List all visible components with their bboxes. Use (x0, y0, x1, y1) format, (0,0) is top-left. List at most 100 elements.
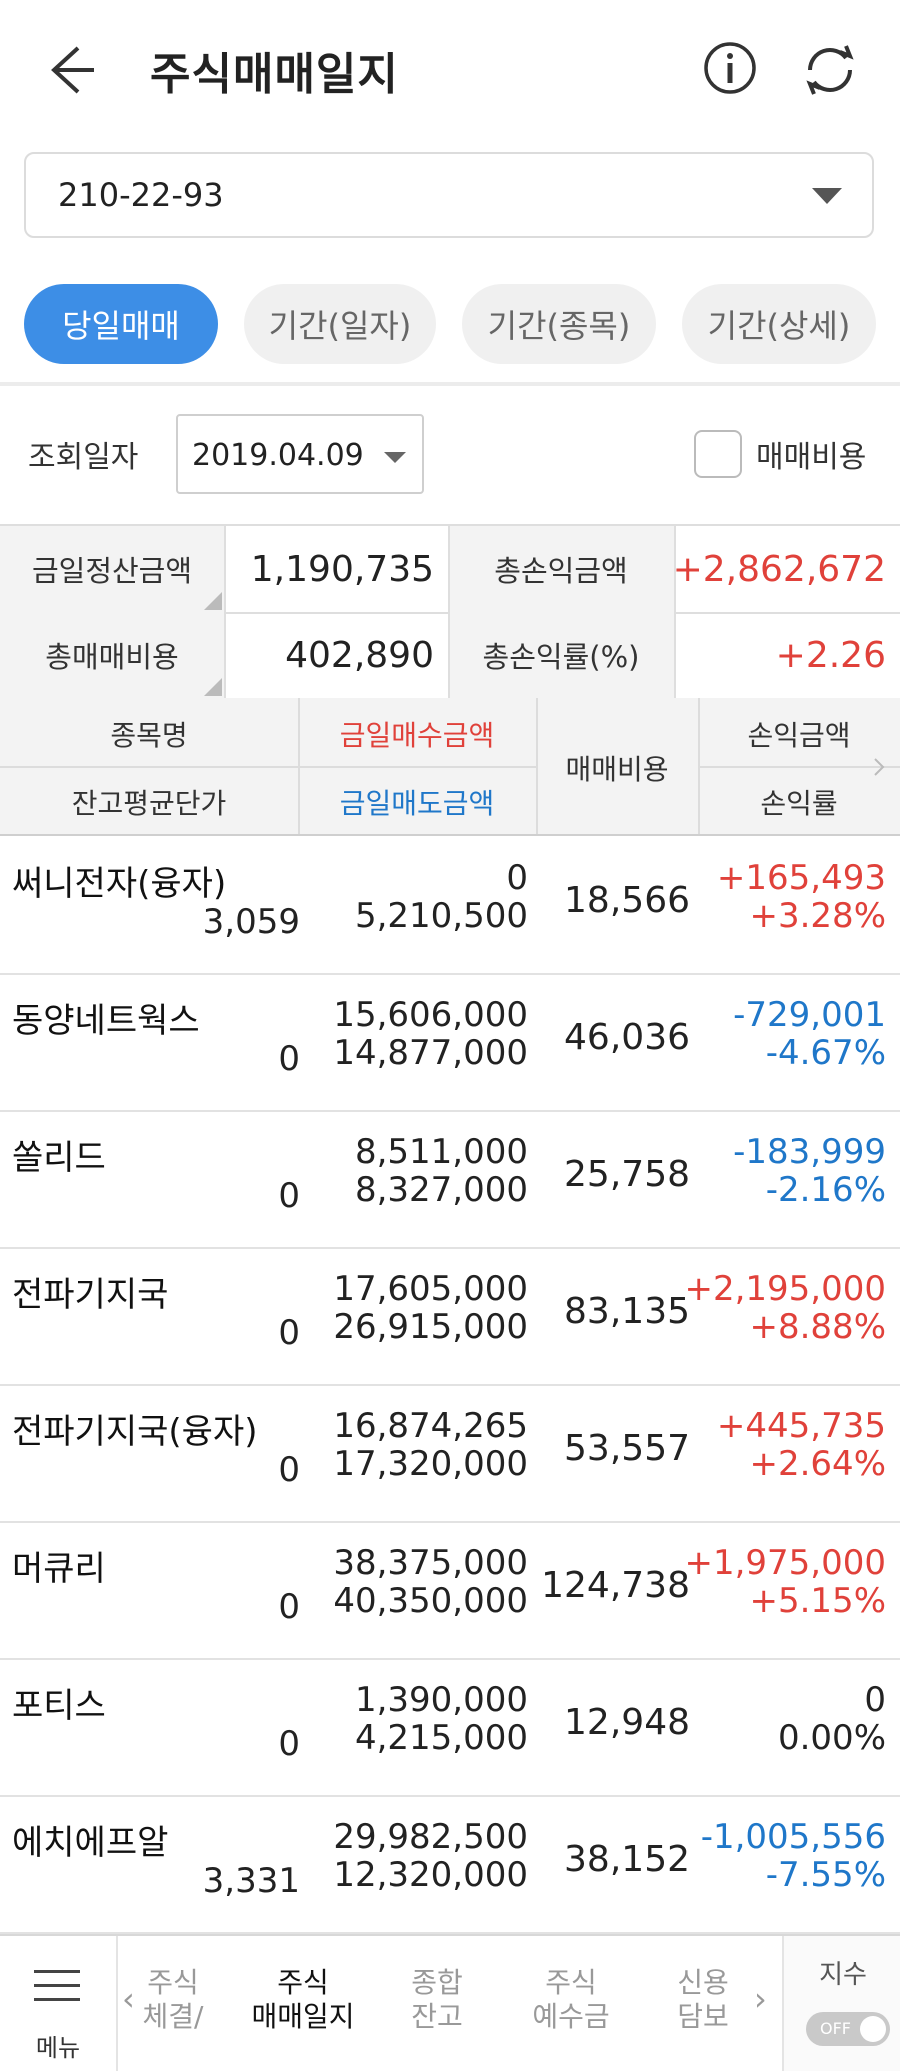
summary-table: 금일정산금액 1,190,735 총손익금액 +2,862,672 총매매비용 … (0, 524, 900, 700)
avg-price: 3,059 (202, 902, 300, 942)
avg-price: 0 (278, 1176, 300, 1216)
pl-amount: -729,001 (733, 995, 886, 1035)
sell-amount: 40,350,000 (333, 1581, 528, 1621)
stock-name: 에치에프알 (12, 1823, 169, 1863)
chevron-right-icon[interactable] (872, 756, 886, 778)
tab-period-detail[interactable]: 기간(상세) (682, 284, 876, 364)
col-header-name: 종목명 (110, 719, 188, 752)
info-icon[interactable] (702, 40, 758, 96)
pl-amount: +1,975,000 (684, 1543, 886, 1583)
pl-rate: 0.00% (777, 1718, 886, 1758)
table-row[interactable]: 전파기지국(융자) 0 16,874,265 17,320,000 53,557 +445… (0, 1384, 900, 1523)
stock-name: 전파기지국 (12, 1275, 169, 1315)
sell-amount: 14,877,000 (333, 1033, 528, 1073)
nav-item-credit-collateral[interactable]: 신용 담보 (638, 1966, 768, 2034)
pl-rate: +3.28% (749, 896, 887, 936)
table-row[interactable]: 쏠리드 0 8,511,000 8,327,000 25,758 -183,999 -2.1… (0, 1110, 900, 1249)
expand-corner-icon (204, 592, 222, 610)
tab-today[interactable]: 당일매매 (24, 284, 218, 364)
toggle-state: OFF (820, 2019, 851, 2038)
trade-fee: 124,738 (541, 1565, 690, 1606)
bottom-nav: 메뉴 ‹ 주식 체결/ 주식 매매일지 종합 잔고 주식 예수금 신용 담보 › 지수 O… (0, 1934, 900, 2071)
stock-name: 전파기지국(융자) (12, 1412, 258, 1452)
table-header: 종목명 잔고평균단가 금일매수금액 금일매도금액 매매비용 손익금액 손익률 (0, 698, 900, 836)
date-select[interactable]: 2019.04.09 (176, 414, 424, 494)
pl-amount: +2,195,000 (684, 1269, 886, 1309)
sell-amount: 8,327,000 (354, 1170, 528, 1210)
menu-label: 메뉴 (35, 2034, 81, 2062)
total-rate-value: +2.26 (775, 634, 886, 676)
buy-amount: 1,390,000 (354, 1680, 528, 1720)
pl-rate: -4.67% (765, 1033, 886, 1073)
summary-row: 총매매비용 402,890 총손익률(%) +2.26 (0, 612, 900, 700)
trade-fee: 25,758 (564, 1154, 690, 1195)
avg-price: 3,331 (202, 1861, 300, 1901)
pl-amount: +165,493 (716, 858, 886, 898)
table-row[interactable]: 전파기지국 0 17,605,000 26,915,000 83,135 +2,195,0… (0, 1247, 900, 1386)
nav-item-stock-journal[interactable]: 주식 매매일지 (238, 1966, 368, 2034)
trade-fee: 53,557 (564, 1428, 690, 1469)
trade-fee: 46,036 (564, 1017, 690, 1058)
table-row[interactable]: 포티스 0 1,390,000 4,215,000 12,948 0 0.00% (0, 1658, 900, 1797)
chevron-down-icon (812, 188, 842, 204)
buy-amount: 16,874,265 (333, 1406, 528, 1446)
table-row[interactable]: 머큐리 0 38,375,000 40,350,000 124,738 +1,975,00… (0, 1521, 900, 1660)
fee-checkbox[interactable] (694, 430, 742, 478)
pl-amount: -1,005,556 (700, 1817, 886, 1857)
divider (0, 766, 536, 768)
app-header: 주식매매일지 (0, 0, 900, 140)
divider (448, 526, 450, 700)
pl-amount: +445,735 (716, 1406, 886, 1446)
total-rate-label: 총손익률(%) (448, 612, 674, 698)
nav-item-stock-fill[interactable]: 주식 체결/ (108, 1966, 238, 2034)
settle-label[interactable]: 금일정산금액 (0, 526, 224, 612)
sell-amount: 26,915,000 (333, 1307, 528, 1347)
avg-price: 0 (278, 1587, 300, 1627)
divider (0, 382, 900, 386)
buy-amount: 38,375,000 (333, 1543, 528, 1583)
trade-fee: 38,152 (564, 1839, 690, 1880)
trade-fee: 18,566 (564, 880, 690, 921)
summary-row: 금일정산금액 1,190,735 총손익금액 +2,862,672 (0, 526, 900, 614)
index-label: 지수 (819, 1960, 867, 1990)
index-toggle[interactable]: OFF (806, 2012, 890, 2046)
col-header-avg: 잔고평균단가 (71, 787, 227, 820)
buy-amount: 15,606,000 (333, 995, 528, 1035)
total-fee-label[interactable]: 총매매비용 (0, 612, 224, 698)
fee-checkbox-label[interactable]: 매매비용 (756, 432, 866, 476)
refresh-icon[interactable] (800, 40, 860, 100)
pl-amount: -183,999 (733, 1132, 886, 1172)
pl-rate: -2.16% (765, 1170, 886, 1210)
menu-button[interactable]: 메뉴 (0, 1936, 118, 2071)
account-select[interactable]: 210-22-93 (24, 152, 874, 238)
pl-amount: 0 (864, 1680, 886, 1720)
avg-price: 0 (278, 1313, 300, 1353)
page-title: 주식매매일지 (150, 49, 399, 100)
divider (224, 526, 226, 700)
tab-period-date[interactable]: 기간(일자) (244, 284, 436, 364)
hamburger-icon (34, 1970, 80, 2012)
sell-amount: 4,215,000 (354, 1718, 528, 1758)
pl-rate: +5.15% (749, 1581, 887, 1621)
stock-name: 쏠리드 (12, 1138, 106, 1178)
table-row[interactable]: 써니전자(융자) 3,059 0 5,210,500 18,566 +165,493 +3.… (0, 836, 900, 975)
table-row[interactable]: 동양네트웍스 0 15,606,000 14,877,000 46,036 -729,00… (0, 973, 900, 1112)
sell-amount: 5,210,500 (354, 896, 528, 936)
toggle-knob (860, 2016, 886, 2042)
table-row[interactable]: 에치에프알 3,331 29,982,500 12,320,000 38,152 -1,0… (0, 1795, 900, 1934)
stock-list: 써니전자(융자) 3,059 0 5,210,500 18,566 +165,493 +3.… (0, 836, 900, 1934)
total-fee-value: 402,890 (285, 634, 434, 676)
col-header-pl: 손익금액 (747, 719, 851, 752)
nav-item-total-balance[interactable]: 종합 잔고 (372, 1966, 502, 2034)
trade-fee: 12,948 (564, 1702, 690, 1743)
tab-period-stock[interactable]: 기간(종목) (462, 284, 656, 364)
back-arrow-icon[interactable] (38, 40, 98, 100)
nav-item-deposit[interactable]: 주식 예수금 (506, 1966, 636, 2034)
chevron-right-icon[interactable]: › (754, 1980, 767, 2018)
pl-rate: +2.64% (749, 1444, 887, 1484)
stock-name: 써니전자(융자) (12, 864, 227, 904)
date-value: 2019.04.09 (192, 438, 364, 473)
divider (698, 766, 900, 768)
sell-amount: 17,320,000 (333, 1444, 528, 1484)
avg-price: 0 (278, 1039, 300, 1079)
